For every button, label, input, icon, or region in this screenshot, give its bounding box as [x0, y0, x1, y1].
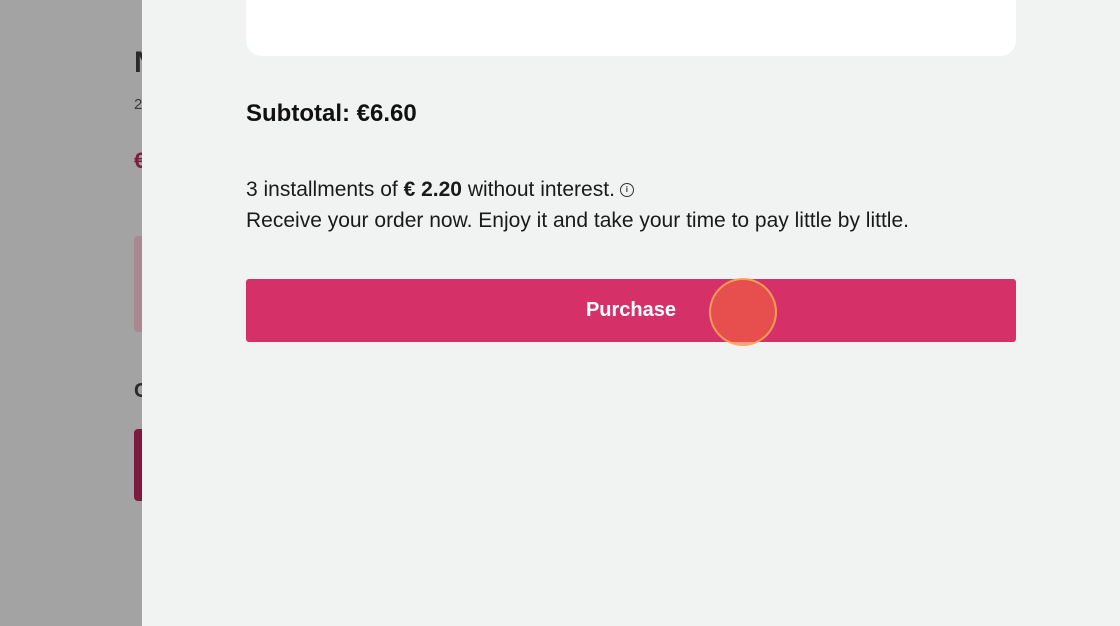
checkout-drawer: Subtotal: €6.60 3 installments of € 2.20…	[142, 0, 1120, 626]
installments-suffix: without interest.	[467, 178, 615, 201]
info-icon[interactable]: i	[619, 183, 634, 197]
installments-prefix: 3 installments of	[246, 178, 398, 201]
cart-items-card	[246, 0, 1016, 56]
screen: N 2 € C Subtotal: €6.60 3 installments o…	[0, 0, 1120, 626]
purchase-button[interactable]: Purchase	[246, 279, 1016, 342]
installment-amount: € 2.20	[403, 178, 462, 201]
subtotal-label: Subtotal: €6.60	[246, 100, 417, 127]
pay-later-description: Receive your order now. Enjoy it and tak…	[246, 209, 909, 232]
installments-info: 3 installments of € 2.20 without interes…	[246, 178, 634, 202]
